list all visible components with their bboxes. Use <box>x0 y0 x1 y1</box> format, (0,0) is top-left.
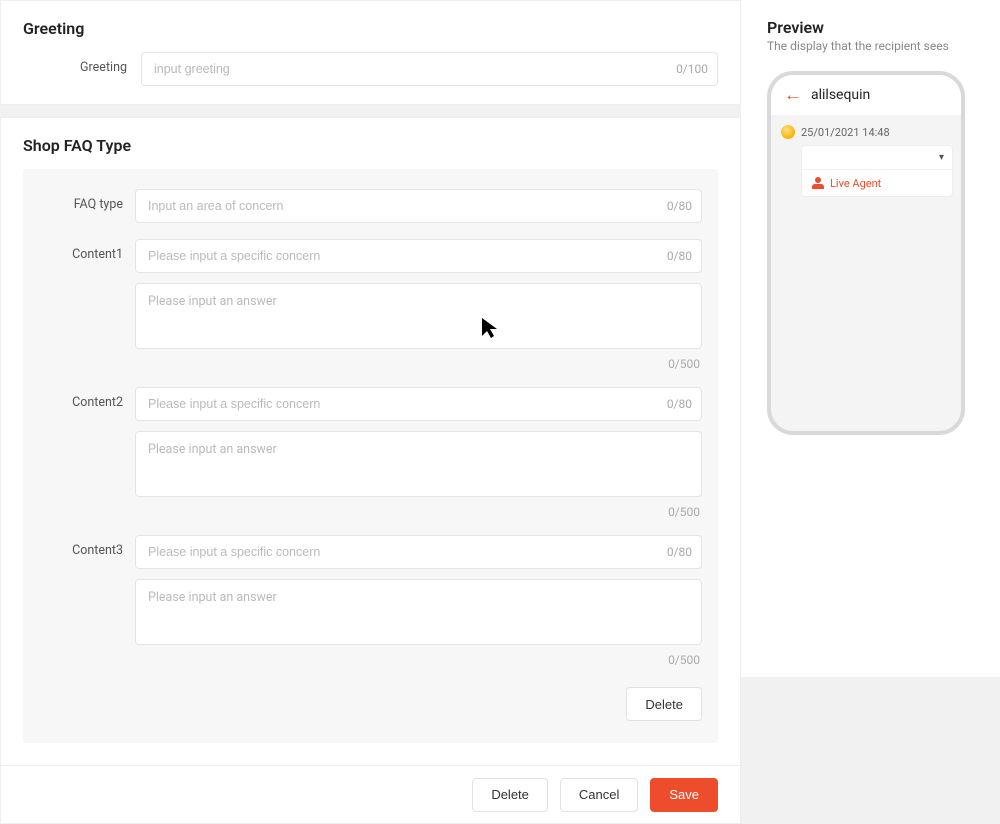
content3-concern-input[interactable] <box>135 535 702 569</box>
preview-shop-name: alilsequin <box>811 87 870 103</box>
content3-label: Content3 <box>39 535 135 569</box>
faq-preview-box: ▾ Live Agent <box>801 145 953 197</box>
back-arrow-icon[interactable]: ← <box>783 87 802 103</box>
footer-actions: Delete Cancel Save <box>1 765 740 823</box>
content2-concern-input[interactable] <box>135 387 702 421</box>
faq-body: FAQ type 0/80 Content1 0/80 <box>23 169 718 743</box>
cancel-button[interactable]: Cancel <box>560 778 638 812</box>
content1-concern-input[interactable] <box>135 239 702 273</box>
delete-button[interactable]: Delete <box>472 778 548 812</box>
live-agent-row[interactable]: Live Agent <box>802 170 952 196</box>
bulb-icon <box>781 125 795 139</box>
content2-answer-input[interactable] <box>135 431 702 497</box>
faq-type-input[interactable] <box>135 189 702 223</box>
content1-label: Content1 <box>39 239 135 273</box>
preview-timestamp: 25/01/2021 14:48 <box>801 126 890 139</box>
faq-card: Shop FAQ Type FAQ type 0/80 Content1 <box>0 117 741 824</box>
agent-icon <box>812 177 824 189</box>
faq-type-label: FAQ type <box>39 189 135 223</box>
chevron-down-icon[interactable]: ▾ <box>939 152 944 163</box>
faq-heading: Shop FAQ Type <box>1 118 740 169</box>
phone-frame: ← alilsequin 25/01/2021 14:48 ▾ Live Age… <box>767 71 965 435</box>
delete-faq-block-button[interactable]: Delete <box>626 687 702 721</box>
content1-answer-input[interactable] <box>135 283 702 349</box>
content3-answer-counter: 0/500 <box>135 649 702 667</box>
preview-panel: Preview The display that the recipient s… <box>741 0 1000 677</box>
content3-answer-input[interactable] <box>135 579 702 645</box>
content2-answer-counter: 0/500 <box>135 501 702 519</box>
preview-title: Preview <box>767 18 980 37</box>
content2-label: Content2 <box>39 387 135 421</box>
content1-answer-counter: 0/500 <box>135 353 702 371</box>
greeting-label: Greeting <box>23 52 141 75</box>
greeting-card: Greeting Greeting 0/100 <box>0 0 741 105</box>
live-agent-label: Live Agent <box>830 177 881 190</box>
preview-subtitle: The display that the recipient sees <box>767 39 980 53</box>
greeting-input[interactable] <box>141 52 718 86</box>
greeting-heading: Greeting <box>1 1 740 52</box>
save-button[interactable]: Save <box>650 778 718 812</box>
